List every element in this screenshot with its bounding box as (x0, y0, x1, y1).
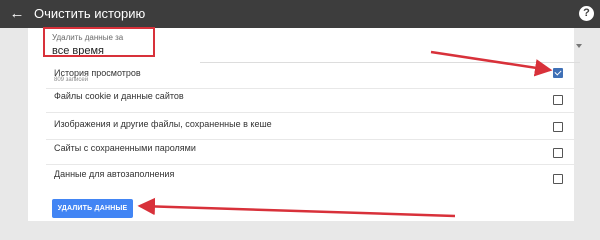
arrow-to-button (137, 197, 456, 218)
arrow-to-checkbox (430, 50, 553, 77)
annotation-arrows (137, 50, 553, 218)
